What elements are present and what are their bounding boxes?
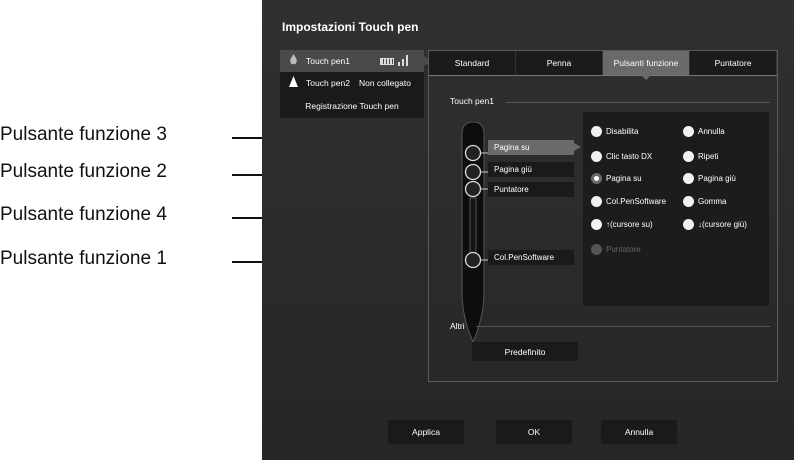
option-right-click[interactable]: Clic tasto DX	[591, 151, 652, 162]
option-pointer: Puntatore	[591, 244, 641, 255]
option-label: Clic tasto DX	[606, 152, 653, 161]
pen-triangle-icon	[286, 76, 300, 90]
option-label: Puntatore	[606, 245, 641, 254]
option-label: Col.PenSoftware	[606, 197, 667, 206]
pen-item-1[interactable]: Touch pen1	[280, 50, 432, 72]
section-divider	[506, 102, 770, 103]
function-button-4[interactable]: Puntatore	[488, 182, 574, 197]
callout-function-button-3: Pulsante funzione 3	[0, 124, 167, 145]
option-label: Pagina su	[606, 174, 642, 183]
tab-function-buttons[interactable]: Pulsanti funzione	[603, 51, 690, 80]
tab-pen[interactable]: Penna	[516, 51, 603, 75]
callout-function-button-4: Pulsante funzione 4	[0, 204, 167, 225]
window-title: Impostazioni Touch pen	[282, 20, 419, 34]
tab-pointer[interactable]: Puntatore	[690, 51, 777, 75]
option-label: ↓(cursore giù)	[698, 220, 747, 229]
section-divider	[476, 326, 770, 327]
option-disable[interactable]: Disabilita	[591, 126, 638, 137]
option-panel: Disabilita Annulla Clic tasto DX Ripeti …	[583, 112, 769, 306]
option-label: Pagina giù	[698, 174, 736, 183]
option-cursor-down[interactable]: ↓(cursore giù)	[683, 219, 747, 230]
section-pen-title: Touch pen1	[450, 96, 494, 106]
signal-icon	[397, 54, 410, 68]
pen-name: Touch pen1	[306, 56, 350, 66]
default-button[interactable]: Predefinito	[472, 342, 578, 361]
pen-illustration	[461, 122, 488, 344]
battery-icon	[379, 57, 394, 65]
option-label: ↑(cursore su)	[606, 220, 653, 229]
callout-function-button-1: Pulsante funzione 1	[0, 248, 167, 269]
function-button-2[interactable]: Pagina giù	[488, 162, 574, 177]
option-label: Disabilita	[606, 127, 639, 136]
radio-icon	[591, 219, 602, 230]
callout-function-button-2: Pulsante funzione 2	[0, 161, 167, 182]
tab-standard[interactable]: Standard	[429, 51, 516, 75]
radio-icon	[591, 151, 602, 162]
radio-icon	[591, 173, 602, 184]
option-page-down[interactable]: Pagina giù	[683, 173, 736, 184]
cancel-button[interactable]: Annulla	[601, 420, 677, 444]
radio-icon	[683, 196, 694, 207]
tab-bar: Standard Penna Pulsanti funzione Puntato…	[429, 51, 777, 80]
pen-item-2[interactable]: Touch pen2 Non collegato	[280, 72, 424, 94]
function-button-3[interactable]: Pagina su	[488, 140, 581, 155]
pen-status: Non collegato	[358, 78, 411, 88]
option-page-up[interactable]: Pagina su	[591, 173, 642, 184]
option-cursor-up[interactable]: ↑(cursore su)	[591, 219, 653, 230]
radio-icon	[591, 196, 602, 207]
option-redo[interactable]: Ripeti	[683, 151, 718, 162]
function-button-1[interactable]: Col.PenSoftware	[488, 250, 574, 265]
register-touch-pen-button[interactable]: Registrazione Touch pen	[280, 94, 424, 118]
radio-icon	[591, 126, 602, 137]
option-eraser[interactable]: Gomma	[683, 196, 726, 207]
apply-button[interactable]: Applica	[388, 420, 464, 444]
option-label: Gomma	[698, 197, 727, 206]
pen-list: Touch pen1 Touch pen2 Non collegato Regi…	[280, 50, 432, 118]
pen-icon	[286, 54, 300, 68]
radio-icon	[683, 126, 694, 137]
radio-icon	[683, 173, 694, 184]
section-other-title: Altri	[450, 321, 465, 331]
option-label: Ripeti	[698, 152, 719, 161]
radio-icon	[683, 151, 694, 162]
radio-icon	[591, 244, 602, 255]
option-pen-software[interactable]: Col.PenSoftware	[591, 196, 666, 207]
ok-button[interactable]: OK	[496, 420, 572, 444]
radio-icon	[683, 219, 694, 230]
option-label: Annulla	[698, 127, 725, 136]
option-undo[interactable]: Annulla	[683, 126, 725, 137]
pen-name: Touch pen2	[306, 78, 350, 88]
settings-window: Impostazioni Touch pen Touch pen1 Touch …	[262, 0, 794, 460]
